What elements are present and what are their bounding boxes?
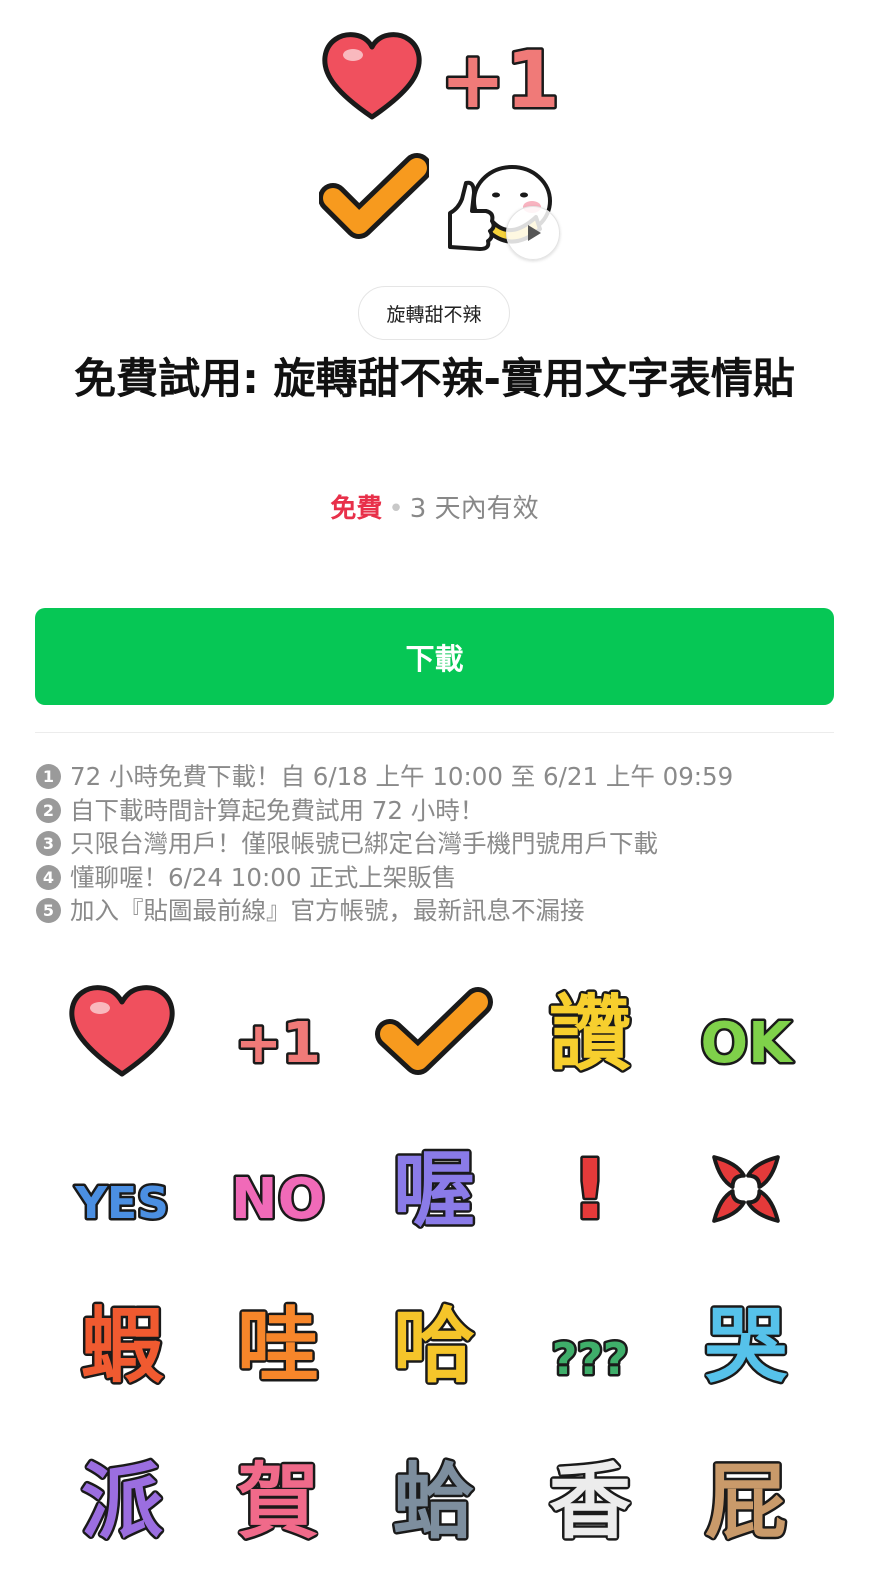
sticker-praise-graphic: 讚 xyxy=(546,985,633,1085)
sticker-text: 賀 xyxy=(237,1455,319,1550)
note-text: 加入『貼圖最前線』官方帳號，最新訊息不漏接 xyxy=(70,896,585,925)
sticker-fragrant-graphic: 香 xyxy=(546,1453,633,1553)
sticker-cry-graphic: 哭 xyxy=(702,1297,790,1397)
heart-icon xyxy=(322,32,422,120)
note-number-badge: 1 xyxy=(36,764,61,790)
sticker-text: OK xyxy=(701,1011,795,1076)
sticker-text: 派 xyxy=(81,1455,163,1550)
note-item: 1 72 小時免費下載！自 6/18 上午 10:00 至 6/21 上午 09:… xyxy=(36,760,856,794)
sticker-heart[interactable] xyxy=(44,955,200,1111)
sticker-party-graphic: 派 xyxy=(78,1453,165,1553)
sticker-preview[interactable]: +1 xyxy=(0,0,869,275)
sticker-text: 屁 xyxy=(705,1455,787,1550)
sticker-plus-one-graphic: +1 xyxy=(233,1009,324,1079)
note-number-badge: 5 xyxy=(36,898,61,924)
author-tag[interactable]: 旋轉甜不辣 xyxy=(358,286,510,340)
plus-one-text: +1 xyxy=(440,36,560,125)
sticker-text: YES xyxy=(74,1178,169,1229)
validity-text: 3 天內有效 xyxy=(409,494,539,524)
sticker-fart-graphic: 屁 xyxy=(702,1453,789,1553)
sticker-check[interactable] xyxy=(356,955,512,1111)
sticker-no[interactable]: NO xyxy=(200,1111,356,1267)
sticker-anger[interactable] xyxy=(668,1111,824,1267)
sticker-exclamation-graphic: ! xyxy=(569,1141,611,1241)
sticker-text: NO xyxy=(231,1167,325,1232)
note-number-badge: 2 xyxy=(36,797,61,823)
sticker-clam-graphic: 蛤 xyxy=(390,1453,477,1553)
sticker-text: 香 xyxy=(549,1455,631,1550)
sticker-text: 蛤 xyxy=(393,1455,475,1550)
sticker-clam[interactable]: 蛤 xyxy=(356,1423,512,1579)
sticker-text: ! xyxy=(571,1143,608,1238)
price-separator: • xyxy=(388,494,404,524)
sticker-congrats-graphic: 賀 xyxy=(234,1453,321,1553)
sticker-wow[interactable]: 哇 xyxy=(200,1267,356,1423)
sticker-yes[interactable]: YES xyxy=(44,1111,200,1267)
sticker-text: +1 xyxy=(235,1011,321,1076)
sticker-party[interactable]: 派 xyxy=(44,1423,200,1579)
sticker-yes-graphic: YES xyxy=(72,1176,172,1232)
sticker-wow-graphic: 哇 xyxy=(234,1297,321,1397)
sticker-text: 蝦 xyxy=(81,1299,164,1394)
sticker-oh[interactable]: 喔 xyxy=(356,1111,512,1267)
sticker-exclamation[interactable]: ! xyxy=(512,1111,668,1267)
sticker-text: 讚 xyxy=(549,987,631,1082)
sticker-cry[interactable]: 哭 xyxy=(668,1267,824,1423)
note-text: 懂聊喔！6/24 10:00 正式上架販售 xyxy=(70,862,457,892)
sticker-praise[interactable]: 讚 xyxy=(512,955,668,1111)
sticker-text: 哈 xyxy=(393,1299,475,1394)
sticker-question-graphic: ??? xyxy=(549,1332,631,1388)
note-number-badge: 3 xyxy=(36,831,61,857)
sticker-fragrant[interactable]: 香 xyxy=(512,1423,668,1579)
price-label: 免費 xyxy=(330,494,383,524)
sticker-oh-graphic: 喔 xyxy=(390,1141,477,1241)
check-icon xyxy=(319,153,429,239)
download-button[interactable]: 下載 xyxy=(35,608,834,705)
sticker-haha[interactable]: 哈 xyxy=(356,1267,512,1423)
check-icon xyxy=(375,987,493,1075)
sticker-text: ??? xyxy=(552,1334,629,1385)
sticker-plus-one[interactable]: +1 xyxy=(200,955,356,1111)
note-item: 3 只限台灣用戶！僅限帳號已綁定台灣手機門號用戶下載 xyxy=(36,827,856,861)
sticker-haha-graphic: 哈 xyxy=(390,1297,477,1397)
check-sticker-preview xyxy=(314,140,434,250)
play-icon xyxy=(528,225,541,241)
sticker-question[interactable]: ??? xyxy=(512,1267,668,1423)
note-item: 4 懂聊喔！6/24 10:00 正式上架販售 xyxy=(36,861,856,895)
heart-icon xyxy=(69,985,175,1077)
sticker-text: 哭 xyxy=(705,1299,788,1394)
heart-sticker-preview xyxy=(312,22,432,132)
sticker-fart[interactable]: 屁 xyxy=(668,1423,824,1579)
sticker-shocked-graphic: 蝦 xyxy=(78,1297,166,1397)
sticker-text: 哇 xyxy=(237,1299,319,1394)
sticker-congrats[interactable]: 賀 xyxy=(200,1423,356,1579)
anger-icon xyxy=(712,1155,780,1223)
note-text: 72 小時免費下載！自 6/18 上午 10:00 至 6/21 上午 09:5… xyxy=(70,762,734,791)
sticker-text: 喔 xyxy=(393,1143,475,1238)
plus-one-sticker-preview: +1 xyxy=(440,22,560,132)
price-info: 免費 • 3 天內有效 xyxy=(0,488,869,525)
note-item: 5 加入『貼圖最前線』官方帳號，最新訊息不漏接 xyxy=(36,894,856,928)
sticker-ok-graphic: OK xyxy=(698,1009,797,1079)
sticker-no-graphic: NO xyxy=(228,1165,327,1235)
note-text: 自下載時間計算起免費試用 72 小時！ xyxy=(70,795,485,825)
note-text: 只限台灣用戶！僅限帳號已綁定台灣手機門號用戶下載 xyxy=(70,829,658,858)
note-item: 2 自下載時間計算起免費試用 72 小時！ xyxy=(36,794,856,828)
sticker-shocked[interactable]: 蝦 xyxy=(44,1267,200,1423)
promo-notes: 1 72 小時免費下載！自 6/18 上午 10:00 至 6/21 上午 09:… xyxy=(36,760,856,928)
note-number-badge: 4 xyxy=(36,864,61,890)
page-title: 免費試用: 旋轉甜不辣-實用文字表情貼 xyxy=(74,354,795,403)
sticker-ok[interactable]: OK xyxy=(668,955,824,1111)
divider xyxy=(35,732,834,733)
play-preview-button[interactable] xyxy=(506,206,560,260)
